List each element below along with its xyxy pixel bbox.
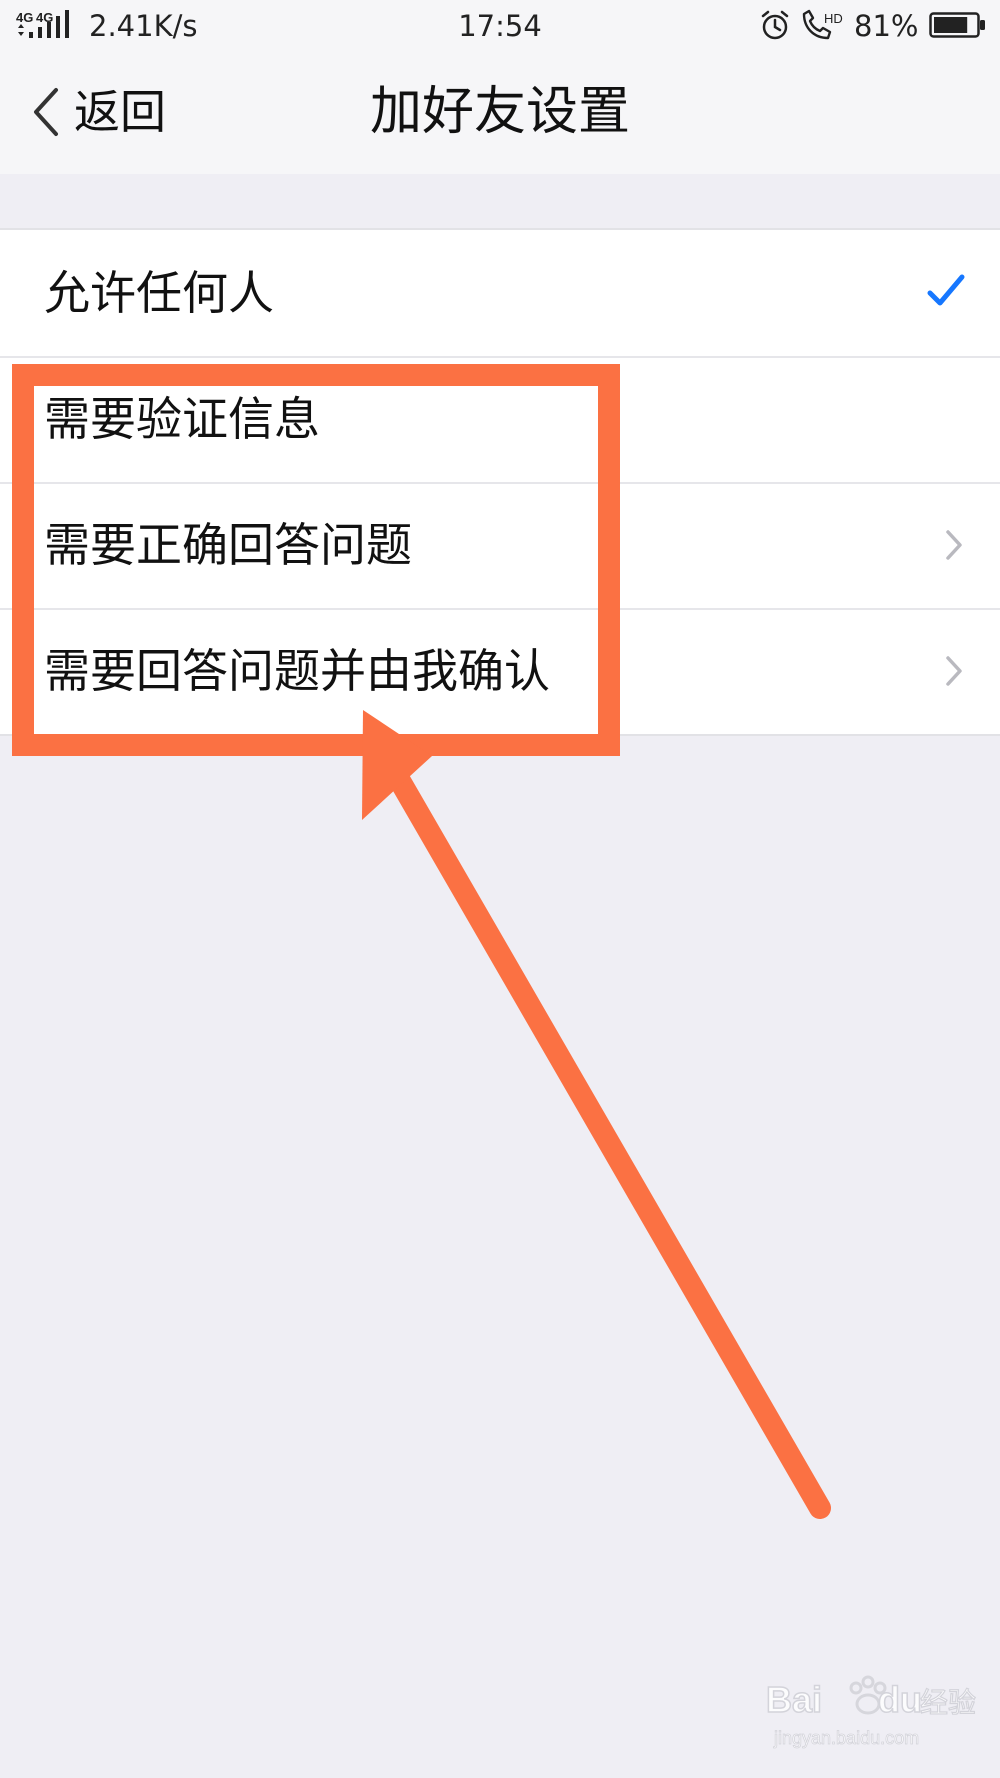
- screen: 4G 4G 2.41K/s 17:54 HD 81% 返回 加好友设置 允许任何…: [0, 0, 1000, 1778]
- option-answer-and-confirm[interactable]: 需要回答问题并由我确认: [0, 608, 1000, 734]
- alarm-clock-icon: [761, 10, 789, 40]
- battery-level-fill: [934, 17, 968, 33]
- option-require-correct-answer[interactable]: 需要正确回答问题: [0, 482, 1000, 608]
- svg-text:jingyan.baidu.com: jingyan.baidu.com: [773, 1728, 919, 1748]
- option-require-verification[interactable]: 需要验证信息: [0, 356, 1000, 482]
- friend-request-options-list: 允许任何人 需要验证信息 需要正确回答问题 需要回答问题并由我确认: [0, 228, 1000, 736]
- status-bar: 4G 4G 2.41K/s 17:54 HD 81%: [0, 0, 1000, 52]
- chevron-right-icon: [946, 530, 962, 560]
- page-title: 加好友设置: [369, 82, 630, 142]
- hd-badge: HD: [824, 11, 843, 26]
- hd-call-icon: HD: [802, 9, 843, 40]
- svg-text:du: du: [878, 1679, 922, 1720]
- battery-icon: [929, 12, 985, 38]
- baidu-jingyan-watermark: Bai du 经验 jingyan.baidu.com: [765, 1675, 977, 1748]
- clock: 17:54: [458, 9, 542, 43]
- checkmark-icon: [927, 274, 965, 306]
- navigation-bar: 返回 加好友设置: [0, 52, 1000, 174]
- option-label: 需要回答问题并由我确认: [44, 644, 550, 698]
- chevron-right-icon: [946, 656, 962, 686]
- option-label: 需要正确回答问题: [44, 518, 412, 572]
- svg-text:经验: 经验: [920, 1686, 976, 1719]
- option-label: 允许任何人: [44, 266, 274, 320]
- option-label: 需要验证信息: [44, 392, 320, 446]
- battery-percent: 81%: [854, 9, 919, 43]
- svg-text:Bai: Bai: [766, 1679, 822, 1720]
- option-allow-anyone[interactable]: 允许任何人: [0, 230, 1000, 356]
